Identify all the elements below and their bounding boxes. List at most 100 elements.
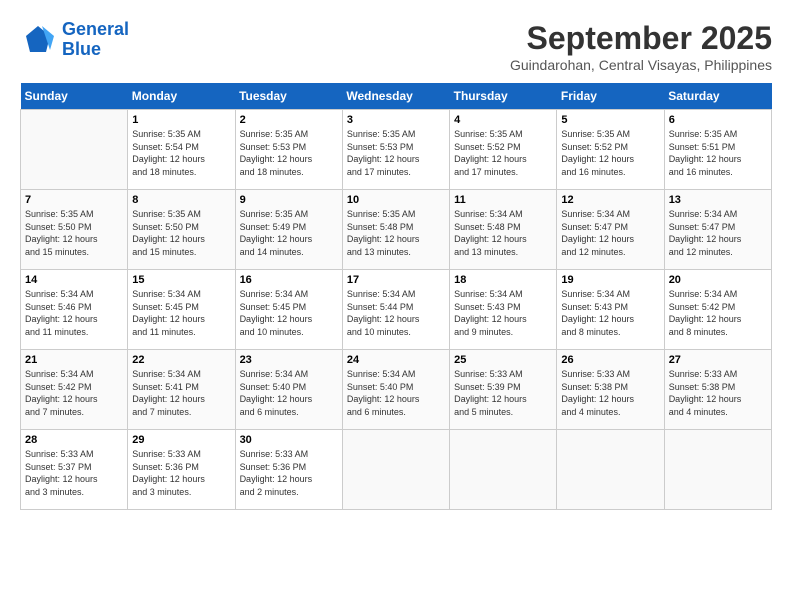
calendar-cell: 16 Sunrise: 5:34 AM Sunset: 5:45 PM Dayli… — [235, 270, 342, 350]
day-number: 21 — [25, 354, 123, 366]
header-thursday: Thursday — [450, 83, 557, 110]
calendar-week-3: 14Sunrise: 5:34 AM Sunset: 5:46 PM Dayli… — [21, 270, 772, 350]
calendar-cell: 8 Sunrise: 5:35 AM Sunset: 5:50 PM Daylig… — [128, 190, 235, 270]
day-number: 18 — [454, 274, 552, 286]
header-friday: Friday — [557, 83, 664, 110]
day-number: 15 — [132, 274, 230, 286]
day-number: 2 — [240, 114, 338, 126]
calendar-cell: 29 Sunrise: 5:33 AM Sunset: 5:36 PM Dayli… — [128, 430, 235, 510]
calendar-cell: 4Sunrise: 5:35 AM Sunset: 5:52 PM Daylig… — [450, 110, 557, 190]
logo-text: General Blue — [62, 20, 129, 60]
calendar-header-row: SundayMondayTuesdayWednesdayThursdayFrid… — [21, 83, 772, 110]
day-number: 23 — [240, 354, 338, 366]
header-sunday: Sunday — [21, 83, 128, 110]
calendar-cell: 28Sunrise: 5:33 AM Sunset: 5:37 PM Dayli… — [21, 430, 128, 510]
calendar-cell: 25 Sunrise: 5:33 AM Sunset: 5:39 PM Dayli… — [450, 350, 557, 430]
calendar-cell: 2 Sunrise: 5:35 AM Sunset: 5:53 PM Daylig… — [235, 110, 342, 190]
day-info: Sunrise: 5:35 AM Sunset: 5:53 PM Dayligh… — [347, 128, 445, 178]
day-info: Sunrise: 5:34 AM Sunset: 5:42 PM Dayligh… — [25, 368, 123, 418]
day-info: Sunrise: 5:35 AM Sunset: 5:48 PM Dayligh… — [347, 208, 445, 258]
calendar-week-1: 1 Sunrise: 5:35 AM Sunset: 5:54 PM Daylig… — [21, 110, 772, 190]
day-number: 27 — [669, 354, 767, 366]
day-info: Sunrise: 5:35 AM Sunset: 5:52 PM Dayligh… — [454, 128, 552, 178]
calendar-cell: 18 Sunrise: 5:34 AM Sunset: 5:43 PM Dayli… — [450, 270, 557, 350]
day-info: Sunrise: 5:34 AM Sunset: 5:46 PM Dayligh… — [25, 288, 123, 338]
day-number: 24 — [347, 354, 445, 366]
calendar-cell: 7 Sunrise: 5:35 AM Sunset: 5:50 PM Daylig… — [21, 190, 128, 270]
calendar-cell: 3 Sunrise: 5:35 AM Sunset: 5:53 PM Daylig… — [342, 110, 449, 190]
day-info: Sunrise: 5:35 AM Sunset: 5:50 PM Dayligh… — [132, 208, 230, 258]
calendar-cell: 6 Sunrise: 5:35 AM Sunset: 5:51 PM Daylig… — [664, 110, 771, 190]
header-wednesday: Wednesday — [342, 83, 449, 110]
day-info: Sunrise: 5:34 AM Sunset: 5:45 PM Dayligh… — [132, 288, 230, 338]
calendar-cell: 11 Sunrise: 5:34 AM Sunset: 5:48 PM Dayli… — [450, 190, 557, 270]
day-number: 1 — [132, 114, 230, 126]
day-info: Sunrise: 5:34 AM Sunset: 5:40 PM Dayligh… — [347, 368, 445, 418]
day-info: Sunrise: 5:33 AM Sunset: 5:36 PM Dayligh… — [132, 448, 230, 498]
calendar-cell: 21 Sunrise: 5:34 AM Sunset: 5:42 PM Dayli… — [21, 350, 128, 430]
day-number: 29 — [132, 434, 230, 446]
day-info: Sunrise: 5:35 AM Sunset: 5:52 PM Dayligh… — [561, 128, 659, 178]
calendar-week-5: 28Sunrise: 5:33 AM Sunset: 5:37 PM Dayli… — [21, 430, 772, 510]
day-info: Sunrise: 5:34 AM Sunset: 5:45 PM Dayligh… — [240, 288, 338, 338]
day-info: Sunrise: 5:34 AM Sunset: 5:42 PM Dayligh… — [669, 288, 767, 338]
calendar-cell: 12Sunrise: 5:34 AM Sunset: 5:47 PM Dayli… — [557, 190, 664, 270]
day-number: 22 — [132, 354, 230, 366]
day-info: Sunrise: 5:35 AM Sunset: 5:53 PM Dayligh… — [240, 128, 338, 178]
calendar-week-4: 21 Sunrise: 5:34 AM Sunset: 5:42 PM Dayli… — [21, 350, 772, 430]
logo: General Blue — [20, 20, 129, 60]
day-number: 19 — [561, 274, 659, 286]
day-info: Sunrise: 5:35 AM Sunset: 5:50 PM Dayligh… — [25, 208, 123, 258]
day-number: 13 — [669, 194, 767, 206]
calendar-cell: 26Sunrise: 5:33 AM Sunset: 5:38 PM Dayli… — [557, 350, 664, 430]
header-monday: Monday — [128, 83, 235, 110]
calendar-cell: 17Sunrise: 5:34 AM Sunset: 5:44 PM Dayli… — [342, 270, 449, 350]
calendar-cell: 22 Sunrise: 5:34 AM Sunset: 5:41 PM Dayli… — [128, 350, 235, 430]
title-block: September 2025 Guindarohan, Central Visa… — [510, 20, 772, 73]
day-number: 30 — [240, 434, 338, 446]
day-info: Sunrise: 5:35 AM Sunset: 5:49 PM Dayligh… — [240, 208, 338, 258]
day-number: 3 — [347, 114, 445, 126]
calendar-cell: 27 Sunrise: 5:33 AM Sunset: 5:38 PM Dayli… — [664, 350, 771, 430]
day-info: Sunrise: 5:34 AM Sunset: 5:43 PM Dayligh… — [561, 288, 659, 338]
calendar-cell: 5 Sunrise: 5:35 AM Sunset: 5:52 PM Daylig… — [557, 110, 664, 190]
day-number: 20 — [669, 274, 767, 286]
calendar-cell: 1 Sunrise: 5:35 AM Sunset: 5:54 PM Daylig… — [128, 110, 235, 190]
day-info: Sunrise: 5:35 AM Sunset: 5:54 PM Dayligh… — [132, 128, 230, 178]
day-number: 8 — [132, 194, 230, 206]
calendar-cell: 14Sunrise: 5:34 AM Sunset: 5:46 PM Dayli… — [21, 270, 128, 350]
day-info: Sunrise: 5:34 AM Sunset: 5:44 PM Dayligh… — [347, 288, 445, 338]
calendar-cell: 13 Sunrise: 5:34 AM Sunset: 5:47 PM Dayli… — [664, 190, 771, 270]
day-info: Sunrise: 5:34 AM Sunset: 5:43 PM Dayligh… — [454, 288, 552, 338]
calendar-cell — [557, 430, 664, 510]
day-info: Sunrise: 5:34 AM Sunset: 5:40 PM Dayligh… — [240, 368, 338, 418]
day-number: 11 — [454, 194, 552, 206]
day-number: 6 — [669, 114, 767, 126]
day-number: 16 — [240, 274, 338, 286]
calendar-cell: 9Sunrise: 5:35 AM Sunset: 5:49 PM Daylig… — [235, 190, 342, 270]
month-title: September 2025 — [510, 20, 772, 57]
day-info: Sunrise: 5:33 AM Sunset: 5:39 PM Dayligh… — [454, 368, 552, 418]
day-info: Sunrise: 5:35 AM Sunset: 5:51 PM Dayligh… — [669, 128, 767, 178]
day-info: Sunrise: 5:34 AM Sunset: 5:41 PM Dayligh… — [132, 368, 230, 418]
day-info: Sunrise: 5:33 AM Sunset: 5:36 PM Dayligh… — [240, 448, 338, 498]
calendar-cell: 30 Sunrise: 5:33 AM Sunset: 5:36 PM Dayli… — [235, 430, 342, 510]
day-info: Sunrise: 5:33 AM Sunset: 5:38 PM Dayligh… — [561, 368, 659, 418]
day-number: 28 — [25, 434, 123, 446]
logo-line2: Blue — [62, 39, 101, 59]
calendar-table: SundayMondayTuesdayWednesdayThursdayFrid… — [20, 83, 772, 510]
day-number: 5 — [561, 114, 659, 126]
header-saturday: Saturday — [664, 83, 771, 110]
day-info: Sunrise: 5:34 AM Sunset: 5:47 PM Dayligh… — [669, 208, 767, 258]
day-number: 7 — [25, 194, 123, 206]
day-info: Sunrise: 5:34 AM Sunset: 5:48 PM Dayligh… — [454, 208, 552, 258]
calendar-cell: 19 Sunrise: 5:34 AM Sunset: 5:43 PM Dayli… — [557, 270, 664, 350]
day-number: 25 — [454, 354, 552, 366]
logo-line1: General — [62, 19, 129, 39]
day-number: 12 — [561, 194, 659, 206]
day-info: Sunrise: 5:33 AM Sunset: 5:38 PM Dayligh… — [669, 368, 767, 418]
calendar-cell: 15 Sunrise: 5:34 AM Sunset: 5:45 PM Dayli… — [128, 270, 235, 350]
calendar-cell: 24 Sunrise: 5:34 AM Sunset: 5:40 PM Dayli… — [342, 350, 449, 430]
calendar-cell: 23 Sunrise: 5:34 AM Sunset: 5:40 PM Dayli… — [235, 350, 342, 430]
header-tuesday: Tuesday — [235, 83, 342, 110]
